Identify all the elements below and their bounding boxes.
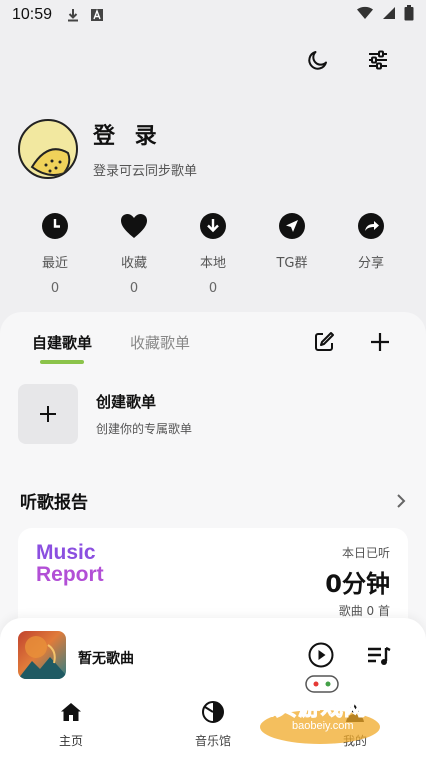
quick-local-label: 本地 (199, 256, 226, 271)
telegram-icon (278, 212, 306, 240)
edit-playlists-button[interactable] (312, 330, 336, 354)
quick-telegram-label: TG群 (276, 256, 308, 271)
share-icon (357, 212, 385, 240)
battery-icon (404, 5, 414, 25)
quick-local[interactable]: 本地 0 (178, 212, 248, 296)
tab-created-playlists[interactable]: 自建歌单 (32, 332, 93, 364)
nav-home[interactable]: 主页 (0, 700, 142, 757)
status-time: 10:59 (12, 6, 53, 23)
quick-recent[interactable]: 最近 0 (20, 212, 90, 296)
heart-icon (120, 212, 148, 240)
report-header[interactable]: 听歌报告 (20, 488, 406, 513)
quick-local-count: 0 (208, 281, 218, 296)
quick-telegram[interactable]: TG群 (257, 212, 327, 296)
create-playlist-subtitle: 创建你的专属歌单 (96, 422, 193, 436)
app-status-icon (90, 8, 104, 22)
tab-collected-playlists[interactable]: 收藏歌单 (130, 332, 190, 353)
current-song-title: 暂无歌曲 (78, 651, 134, 667)
create-playlist-row[interactable]: 创建歌单 创建你的专属歌单 (18, 384, 192, 444)
active-tab-indicator (40, 360, 84, 364)
album-cover (18, 631, 66, 679)
nav-music-hall-label: 音乐馆 (194, 734, 231, 748)
download-icon (199, 212, 227, 240)
quick-favorites-label: 收藏 (120, 256, 147, 271)
moon-icon (308, 51, 327, 70)
sliders-icon (369, 50, 387, 70)
panel-actions (312, 330, 392, 354)
clock-icon (41, 212, 69, 240)
download-status-icon (66, 8, 80, 22)
top-actions (304, 46, 392, 74)
login-title[interactable]: 登 录 (93, 118, 197, 150)
queue-icon (368, 646, 391, 665)
quick-favorites[interactable]: 收藏 0 (99, 212, 169, 296)
play-button[interactable] (308, 642, 334, 668)
avatar[interactable] (18, 118, 78, 179)
quick-favorites-count: 0 (129, 281, 139, 296)
playlist-queue-button[interactable] (366, 644, 392, 668)
home-icon (59, 700, 83, 724)
music-report-logo: Music Report (36, 542, 104, 586)
quick-actions: 最近 0 收藏 0 本地 0 TG群 分享 (20, 212, 406, 296)
play-icon (308, 642, 334, 668)
watermark-text: 宝贝游戏网 (251, 696, 368, 722)
playlist-tabs: 自建歌单 收藏歌单 (32, 332, 190, 364)
quick-share[interactable]: 分享 (336, 212, 406, 296)
dark-mode-button[interactable] (304, 46, 332, 74)
report-section-title: 听歌报告 (20, 493, 88, 513)
status-bar: 10:59 (0, 0, 426, 30)
quick-recent-count: 0 (50, 281, 60, 296)
add-playlist-button[interactable] (368, 330, 392, 354)
profile-section[interactable]: 登 录 登录可云同步歌单 (18, 118, 197, 179)
signal-icon (382, 6, 396, 24)
today-minutes: 0分钟 (325, 570, 390, 598)
quick-recent-label: 最近 (41, 256, 68, 271)
tab-created-label: 自建歌单 (32, 334, 93, 352)
watermark: 宝贝游戏网 baobeiy.com (251, 675, 392, 746)
today-songs-count: 歌曲 0 首 (338, 604, 390, 618)
plus-icon (371, 333, 389, 351)
wifi-icon (356, 6, 374, 24)
create-playlist-title: 创建歌单 (96, 393, 157, 411)
today-listened-label: 本日已听 (341, 546, 390, 560)
report-logo-line1: Music (36, 541, 96, 564)
report-logo-line2: Report (36, 563, 104, 586)
login-subtitle: 登录可云同步歌单 (93, 164, 198, 179)
settings-button[interactable] (364, 46, 392, 74)
edit-icon (315, 332, 334, 351)
music-hall-icon (201, 700, 225, 724)
create-playlist-thumb (18, 384, 78, 444)
chevron-right-icon (397, 493, 406, 508)
plus-icon (40, 406, 56, 422)
nav-home-label: 主页 (58, 734, 83, 748)
quick-share-label: 分享 (357, 256, 384, 271)
watermark-url: baobeiy.com (292, 720, 354, 732)
